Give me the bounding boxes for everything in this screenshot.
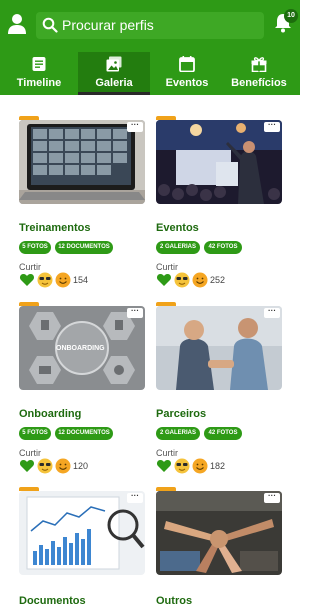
reaction-count: 182: [210, 461, 226, 471]
card-title: Eventos: [156, 222, 199, 234]
more-options-button[interactable]: ···: [264, 492, 280, 503]
card-thumbnail[interactable]: ···: [19, 120, 145, 204]
cool-emoji-icon[interactable]: [174, 272, 190, 288]
gallery-card[interactable]: ONBOARDING ··· Onboarding 5 FOTOS 12 DOC…: [19, 302, 145, 476]
notification-badge: 10: [284, 9, 298, 23]
gallery-card[interactable]: ··· Outros: [156, 487, 282, 607]
photos-pill: 5 FOTOS: [19, 427, 51, 440]
gallery-card[interactable]: ··· Parceiros 2 GALERIAS 42 FOTOS Curtir…: [156, 302, 282, 476]
card-thumbnail[interactable]: ···: [156, 120, 282, 204]
card-thumbnail[interactable]: ONBOARDING ···: [19, 306, 145, 390]
reactions: 154: [19, 272, 145, 288]
like-label[interactable]: Curtir: [19, 262, 41, 272]
cool-emoji-icon[interactable]: [37, 458, 53, 474]
more-options-button[interactable]: ···: [127, 492, 143, 503]
tab-label: Timeline: [16, 77, 62, 89]
smile-emoji-icon[interactable]: [55, 458, 71, 474]
top-bar: Procurar perfis 10 Timeline Galeria Even…: [0, 0, 300, 95]
reactions: 252: [156, 272, 282, 288]
calendar-icon: [179, 56, 195, 72]
card-thumbnail[interactable]: ···: [156, 306, 282, 390]
search-input[interactable]: Procurar perfis: [62, 17, 154, 33]
handshake-image: [156, 306, 282, 390]
laptop-video-call-image: [19, 120, 145, 204]
search-icon: [42, 17, 58, 33]
reaction-count: 154: [73, 275, 89, 285]
card-title: Treinamentos: [19, 222, 91, 234]
user-icon[interactable]: [7, 13, 27, 35]
tab-bar: Timeline Galeria Eventos Benefícios: [0, 52, 300, 95]
image-icon: [106, 56, 122, 72]
galleries-pill: 2 GALERIAS: [156, 427, 200, 440]
heart-icon[interactable]: [156, 458, 172, 474]
card-thumbnail[interactable]: ···: [19, 491, 145, 575]
tab-beneficios[interactable]: Benefícios: [226, 52, 292, 95]
cool-emoji-icon[interactable]: [174, 458, 190, 474]
charts-documents-image: [19, 491, 145, 575]
card-title: Outros: [156, 595, 193, 607]
heart-icon[interactable]: [19, 458, 35, 474]
smile-emoji-icon[interactable]: [192, 458, 208, 474]
tab-timeline[interactable]: Timeline: [8, 52, 70, 95]
reaction-count: 120: [73, 461, 89, 471]
tab-label: Eventos: [165, 77, 209, 89]
tab-label: Galeria: [95, 77, 133, 89]
like-label[interactable]: Curtir: [156, 262, 178, 272]
search-bar[interactable]: Procurar perfis: [36, 12, 264, 39]
heart-icon[interactable]: [156, 272, 172, 288]
like-label[interactable]: Curtir: [19, 448, 41, 458]
gallery-card[interactable]: ··· Treinamentos 5 FOTOS 12 DOCUMENTOS C…: [19, 116, 145, 290]
gallery-card[interactable]: ··· Eventos 2 GALERIAS 42 FOTOS Curtir 2…: [156, 116, 282, 290]
documents-pill: 12 DOCUMENTOS: [55, 241, 113, 254]
tab-label: Benefícios: [231, 77, 287, 89]
card-title: Onboarding: [19, 408, 82, 420]
card-title: Documentos: [19, 595, 86, 607]
tab-eventos[interactable]: Eventos: [156, 52, 218, 95]
more-options-button[interactable]: ···: [264, 307, 280, 318]
more-options-button[interactable]: ···: [264, 121, 280, 132]
photos-pill: 42 FOTOS: [204, 427, 242, 440]
photos-pill: 42 FOTOS: [204, 241, 242, 254]
smile-emoji-icon[interactable]: [192, 272, 208, 288]
document-icon: [32, 57, 46, 71]
gallery-card[interactable]: ··· Documentos: [19, 487, 145, 607]
more-options-button[interactable]: ···: [127, 121, 143, 132]
tab-galeria[interactable]: Galeria: [78, 52, 150, 95]
cool-emoji-icon[interactable]: [37, 272, 53, 288]
like-label[interactable]: Curtir: [156, 448, 178, 458]
card-title: Parceiros: [156, 408, 207, 420]
reaction-count: 252: [210, 275, 226, 285]
documents-pill: 12 DOCUMENTOS: [55, 427, 113, 440]
reactions: 120: [19, 458, 145, 474]
more-options-button[interactable]: ···: [127, 307, 143, 318]
team-hands-image: [156, 491, 282, 575]
heart-icon[interactable]: [19, 272, 35, 288]
reactions: 182: [156, 458, 282, 474]
smile-emoji-icon[interactable]: [55, 272, 71, 288]
thumbnail-caption: ONBOARDING: [56, 345, 105, 352]
galleries-pill: 2 GALERIAS: [156, 241, 200, 254]
card-thumbnail[interactable]: ···: [156, 491, 282, 575]
photos-pill: 5 FOTOS: [19, 241, 51, 254]
gift-icon: [251, 57, 267, 72]
conference-speaker-image: [156, 120, 282, 204]
